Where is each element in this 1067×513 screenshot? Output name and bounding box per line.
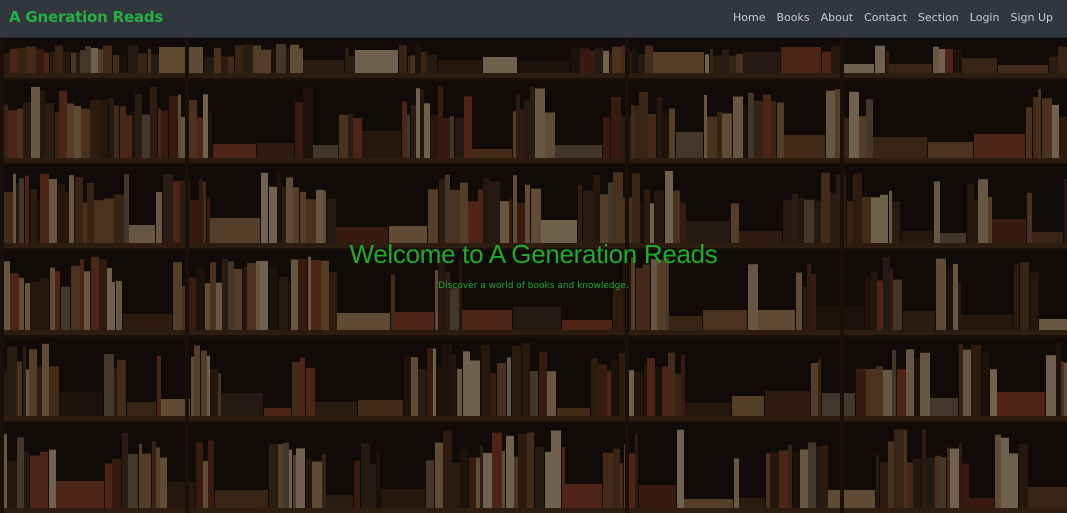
nav-link-sign-up[interactable]: Sign Up	[1010, 11, 1053, 24]
nav-link-about[interactable]: About	[821, 11, 854, 24]
hero-section: Welcome to A Generation Reads Discover a…	[0, 38, 1067, 513]
hero-title: Welcome to A Generation Reads	[349, 239, 718, 269]
brand-logo-text[interactable]: A Gneration Reads	[9, 8, 163, 26]
nav-link-section[interactable]: Section	[918, 11, 959, 24]
nav-link-login[interactable]: Login	[970, 11, 1000, 24]
nav-link-home[interactable]: Home	[733, 11, 765, 24]
navbar: A Gneration Reads Home Books About Conta…	[0, 0, 1067, 38]
nav-links: Home Books About Contact Section Login S…	[733, 11, 1053, 24]
nav-link-contact[interactable]: Contact	[864, 11, 907, 24]
hero-subtitle: Discover a world of books and knowledge.	[438, 281, 629, 291]
hero-dark-overlay	[0, 38, 1067, 513]
nav-link-books[interactable]: Books	[776, 11, 809, 24]
